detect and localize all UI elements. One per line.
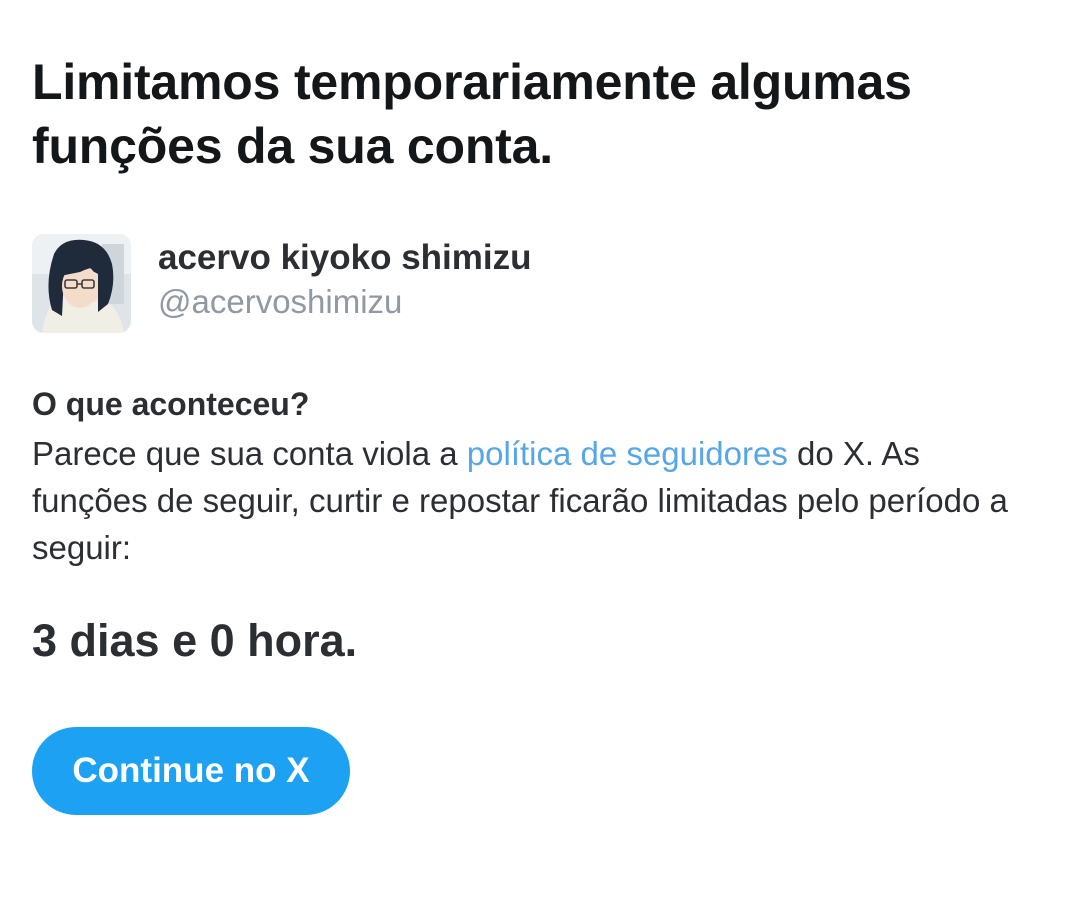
restriction-notice: Limitamos temporariamente algumas funçõe…: [32, 50, 1042, 815]
avatar[interactable]: [32, 234, 131, 333]
display-name[interactable]: acervo kiyoko shimizu: [158, 236, 531, 280]
account-handle[interactable]: @acervoshimizu: [158, 280, 531, 324]
page-title: Limitamos temporariamente algumas funçõe…: [32, 54, 912, 174]
continue-button[interactable]: Continue no X: [32, 727, 350, 815]
section-heading: O que aconteceu?: [32, 386, 310, 422]
account-card: acervo kiyoko shimizu @acervoshimizu: [32, 234, 1042, 333]
restriction-duration: 3 dias e 0 hora.: [32, 615, 358, 666]
avatar-illustration-icon: [32, 234, 131, 333]
explanation-text: Parece que sua conta viola a política de…: [32, 430, 1037, 571]
explanation-text-start: Parece que sua conta viola a: [32, 435, 467, 472]
account-info: acervo kiyoko shimizu @acervoshimizu: [158, 234, 531, 324]
follower-policy-link[interactable]: política de seguidores: [467, 435, 788, 472]
